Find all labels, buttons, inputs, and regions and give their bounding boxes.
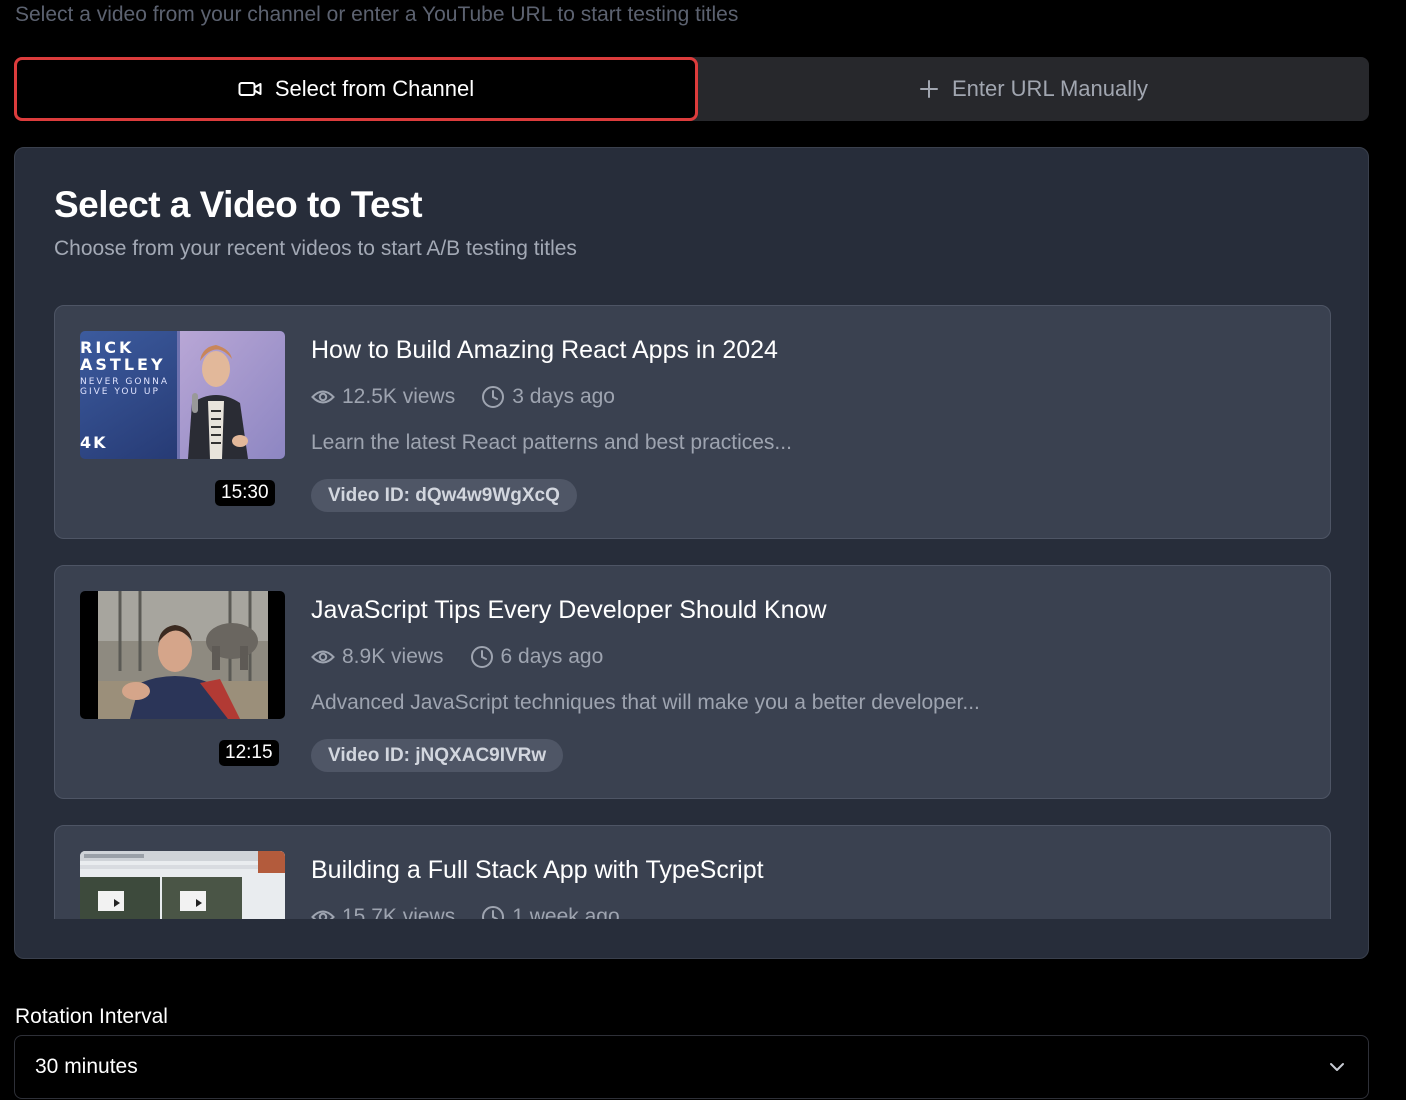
clock-icon xyxy=(481,385,505,409)
panel-subtitle: Choose from your recent videos to start … xyxy=(54,237,577,260)
duration-badge: 15:30 xyxy=(215,480,275,506)
eye-icon xyxy=(311,388,335,406)
video-title: How to Build Amazing React Apps in 2024 xyxy=(311,336,778,364)
video-title: JavaScript Tips Every Developer Should K… xyxy=(311,596,827,624)
video-thumbnail: RICK ASTLEY NEVER GONNA GIVE YOU UP 4K xyxy=(80,331,285,459)
tab-label: Enter URL Manually xyxy=(951,76,1149,101)
page: Select a video from your channel or ente… xyxy=(0,0,1406,1100)
views-stat: 12.5K views xyxy=(311,385,455,409)
video-card[interactable]: 12:15 JavaScript Tips Every Developer Sh… xyxy=(54,565,1331,799)
video-id-badge: Video ID: jNQXAC9IVRw xyxy=(311,739,564,772)
views-stat: 8.9K views xyxy=(311,645,444,669)
clock-icon xyxy=(481,905,505,919)
tab-enter-url-manually[interactable]: Enter URL Manually xyxy=(698,57,1369,121)
video-meta: 15.7K views 1 week ago xyxy=(311,905,646,919)
video-select-panel: Select a Video to Test Choose from your … xyxy=(14,147,1369,959)
video-description: Learn the latest React patterns and best… xyxy=(311,431,792,454)
rotation-interval-select[interactable]: 30 minutes xyxy=(14,1035,1369,1099)
video-id-badge: Video ID: dQw4w9WgXcQ xyxy=(311,479,577,512)
thumbnail-subtitle-text: NEVER GONNA GIVE YOU UP xyxy=(80,377,170,397)
age-stat: 3 days ago xyxy=(481,385,615,409)
video-meta: 8.9K views 6 days ago xyxy=(311,645,629,669)
video-thumbnail xyxy=(80,851,285,919)
thumbnail-title-text: RICK ASTLEY xyxy=(80,338,166,374)
chevron-down-icon xyxy=(1328,1060,1346,1074)
views-stat: 15.7K views xyxy=(311,905,455,919)
age-stat: 6 days ago xyxy=(470,645,603,669)
eye-icon xyxy=(311,908,335,919)
tab-label: Select from Channel xyxy=(274,76,475,101)
thumbnail-quality-text: 4K xyxy=(80,433,108,452)
video-description: Advanced JavaScript techniques that will… xyxy=(311,691,980,714)
tab-select-from-channel[interactable]: Select from Channel xyxy=(14,57,698,121)
clock-icon xyxy=(470,645,494,669)
age-stat: 1 week ago xyxy=(481,905,620,919)
video-title: Building a Full Stack App with TypeScrip… xyxy=(311,856,764,884)
rotation-interval-label: Rotation Interval xyxy=(15,1005,168,1028)
video-list[interactable]: RICK ASTLEY NEVER GONNA GIVE YOU UP 4K 1… xyxy=(54,305,1331,919)
rotation-interval-value: 30 minutes xyxy=(35,1055,138,1078)
video-camera-icon xyxy=(238,80,262,98)
source-tabs: Select from Channel Enter URL Manually xyxy=(14,57,1369,121)
video-meta: 12.5K views 3 days ago xyxy=(311,385,641,409)
panel-title: Select a Video to Test xyxy=(54,184,423,225)
plus-icon xyxy=(919,79,939,99)
video-card[interactable]: Building a Full Stack App with TypeScrip… xyxy=(54,825,1331,919)
duration-badge: 12:15 xyxy=(219,740,279,766)
page-subtitle: Select a video from your channel or ente… xyxy=(15,3,739,26)
video-thumbnail xyxy=(80,591,285,719)
eye-icon xyxy=(311,648,335,666)
video-card[interactable]: RICK ASTLEY NEVER GONNA GIVE YOU UP 4K 1… xyxy=(54,305,1331,539)
